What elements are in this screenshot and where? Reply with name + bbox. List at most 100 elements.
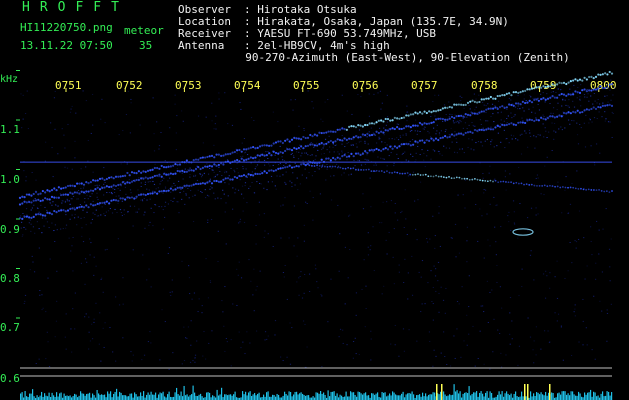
baseline-noise-bar xyxy=(227,395,229,400)
sweep-trace-spread xyxy=(302,160,304,162)
sweep-trace-spread xyxy=(274,185,276,187)
sweep-trace-spread xyxy=(213,192,215,194)
noise-speckle xyxy=(500,119,502,121)
sweep-trace-point xyxy=(599,106,602,109)
sweep-trace-spread xyxy=(187,188,189,190)
baseline-noise-bar xyxy=(74,393,76,400)
baseline-noise-bar xyxy=(453,384,455,400)
sweep-trace-point xyxy=(386,117,390,121)
noise-speckle xyxy=(320,153,323,155)
sweep-trace-point xyxy=(181,186,184,189)
baseline-noise-bar xyxy=(444,394,446,400)
baseline-noise-bar xyxy=(266,392,268,400)
secondary-trace-point xyxy=(580,187,582,190)
secondary-trace-point xyxy=(525,183,528,186)
sweep-trace-spread xyxy=(368,131,370,133)
sweep-trace-spread xyxy=(73,217,76,219)
noise-speckle xyxy=(253,268,255,270)
noise-speckle xyxy=(282,204,284,206)
baseline-noise-bar xyxy=(470,395,472,400)
noise-speckle xyxy=(369,249,371,251)
sweep-trace-point xyxy=(220,180,223,183)
sweep-trace-point xyxy=(450,115,454,119)
sweep-trace-spread xyxy=(573,120,575,122)
noise-speckle xyxy=(103,346,105,348)
noise-speckle xyxy=(470,148,472,150)
noise-speckle xyxy=(74,328,76,330)
noise-speckle xyxy=(519,203,521,205)
sweep-trace-point xyxy=(306,144,310,147)
sweep-trace-point xyxy=(71,192,74,195)
sweep-trace-point xyxy=(332,141,335,144)
noise-speckle xyxy=(31,255,33,257)
sweep-trace-point xyxy=(80,182,83,185)
noise-speckle xyxy=(209,280,211,282)
sweep-trace-point xyxy=(402,116,406,119)
noise-speckle xyxy=(361,288,363,290)
baseline-noise-bar xyxy=(164,396,166,400)
sweep-trace-point xyxy=(473,128,476,132)
sweep-trace-spread xyxy=(556,109,558,111)
sweep-trace-spread xyxy=(274,154,276,156)
sweep-trace-point xyxy=(293,136,296,139)
secondary-trace-point xyxy=(481,179,484,182)
sweep-trace-point xyxy=(588,108,591,111)
sweep-trace-spread xyxy=(532,106,534,108)
sweep-trace-point xyxy=(530,101,534,104)
baseline-noise-bar xyxy=(417,394,419,400)
secondary-trace-point xyxy=(556,185,559,188)
sweep-trace-spread xyxy=(473,149,475,151)
sweep-trace-point xyxy=(414,124,417,127)
noise-speckle xyxy=(517,95,519,97)
noise-speckle xyxy=(54,241,56,243)
noise-speckle xyxy=(527,146,529,148)
sweep-trace-point xyxy=(92,189,95,192)
sweep-trace-point xyxy=(160,190,163,193)
sweep-trace-point xyxy=(268,152,271,155)
noise-speckle xyxy=(230,365,232,367)
noise-speckle xyxy=(529,94,531,96)
noise-speckle xyxy=(606,312,609,314)
baseline-noise-bar xyxy=(159,392,161,400)
noise-speckle xyxy=(439,153,441,155)
noise-speckle xyxy=(64,336,66,338)
baseline-noise-bar xyxy=(393,392,395,400)
sweep-trace-point xyxy=(592,106,595,109)
sweep-trace-point xyxy=(597,73,600,76)
noise-speckle xyxy=(162,228,164,230)
sweep-trace-point xyxy=(441,136,444,139)
baseline-noise-bar xyxy=(207,392,209,400)
sweep-trace-point xyxy=(606,73,609,76)
baseline-noise-bar xyxy=(575,395,577,400)
baseline-noise-bar xyxy=(396,395,398,400)
sweep-trace-spread xyxy=(370,161,373,163)
noise-speckle xyxy=(75,112,77,114)
sweep-trace-spread xyxy=(140,185,142,187)
sweep-trace-spread xyxy=(326,149,328,151)
sweep-trace-point xyxy=(240,150,243,153)
sweep-trace-point xyxy=(510,103,513,107)
sweep-trace-spread xyxy=(444,131,446,133)
noise-speckle xyxy=(250,117,253,119)
secondary-trace-point xyxy=(543,184,546,187)
secondary-trace-point xyxy=(344,167,347,170)
noise-speckle xyxy=(328,135,330,137)
noise-speckle xyxy=(432,215,434,217)
noise-speckle xyxy=(197,115,200,117)
secondary-trace-point xyxy=(430,175,432,178)
noise-speckle xyxy=(338,270,340,272)
sweep-trace-spread xyxy=(383,158,385,160)
sweep-trace-point xyxy=(236,149,239,152)
noise-speckle xyxy=(92,124,94,126)
sweep-trace-point xyxy=(272,150,275,153)
sweep-trace-point xyxy=(503,124,506,127)
sweep-trace-spread xyxy=(401,162,403,164)
sweep-trace-point xyxy=(21,217,24,221)
sweep-trace-point xyxy=(224,160,227,164)
sweep-trace-spread xyxy=(453,122,455,124)
sweep-trace-spread xyxy=(114,188,116,190)
noise-speckle xyxy=(130,98,132,100)
noise-speckle xyxy=(511,320,513,322)
noise-speckle xyxy=(593,295,595,297)
noise-speckle xyxy=(146,279,148,281)
